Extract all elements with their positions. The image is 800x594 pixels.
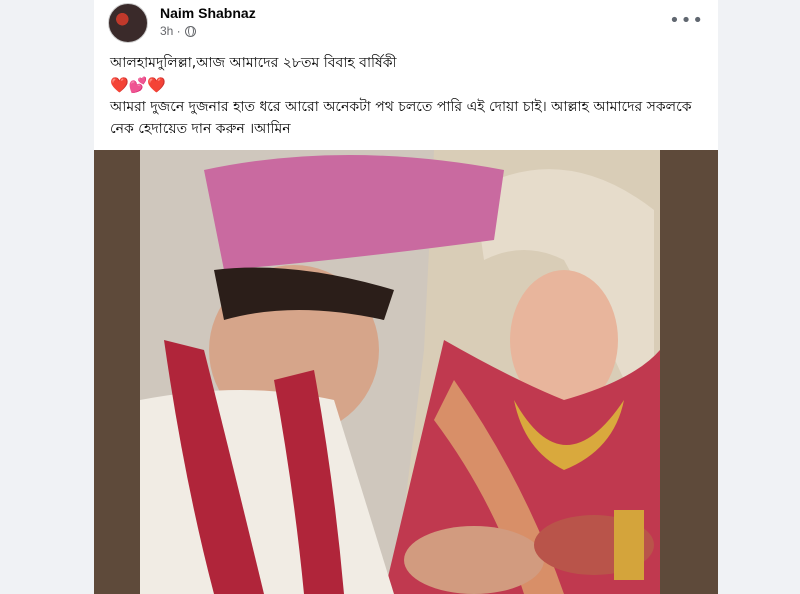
more-options-icon[interactable]: ••• xyxy=(669,10,704,31)
author-name[interactable]: Naim Shabnaz xyxy=(160,5,256,21)
post-time[interactable]: 3h · xyxy=(160,24,181,38)
post-card: Naim Shabnaz 3h · ••• আলহামদুলিল্লা,আজ আ… xyxy=(94,0,718,594)
profile-avatar[interactable] xyxy=(108,3,148,43)
hearts-emoji: ❤️💕❤️ xyxy=(110,76,167,94)
post-line-1: আলহামদুলিল্লা,আজ আমাদের ২৮তম বিবাহ বার্ষ… xyxy=(110,55,397,71)
post-line-2: আমরা দুজনে দুজনার হাত ধরে আরো অনেকটা পথ … xyxy=(110,99,692,137)
post-text: আলহামদুলিল্লা,আজ আমাদের ২৮তম বিবাহ বার্ষ… xyxy=(110,52,700,140)
globe-icon xyxy=(184,25,196,37)
post-photo[interactable] xyxy=(94,150,718,594)
post-meta: 3h · xyxy=(160,24,196,38)
wedding-photo xyxy=(94,150,718,594)
